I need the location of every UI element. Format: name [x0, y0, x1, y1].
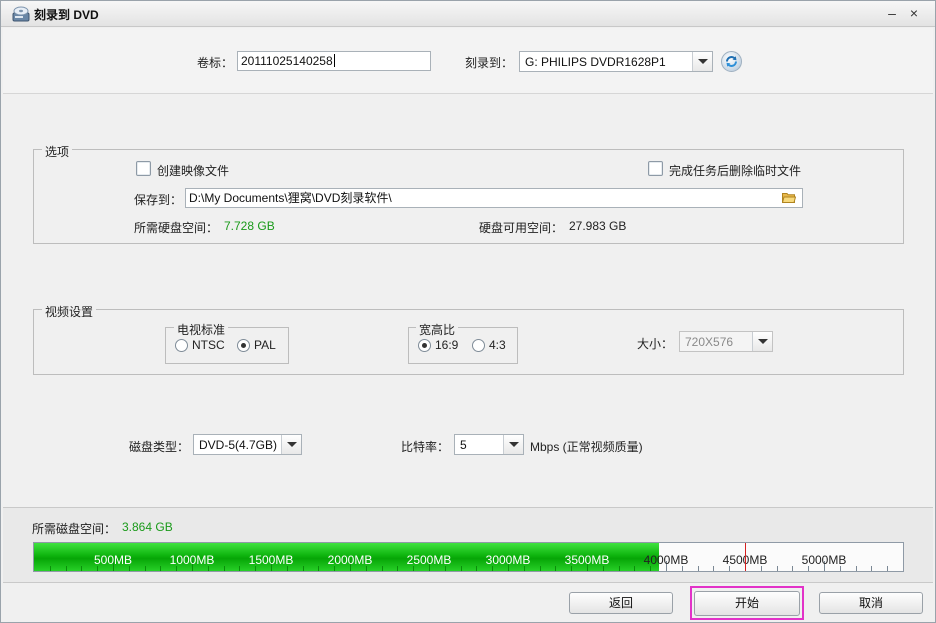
options-group-title: 选项	[42, 143, 73, 160]
meter-tick	[713, 566, 714, 571]
aspect-4-3-radio[interactable]	[472, 339, 485, 352]
save-path-input[interactable]: D:\My Documents\狸窝\DVD刻录软件\	[185, 188, 803, 208]
cancel-button[interactable]: 取消	[819, 592, 923, 614]
meter-tick	[224, 566, 225, 571]
meter-tick	[619, 566, 620, 571]
meter-tick	[66, 566, 67, 571]
meter-tick	[792, 566, 793, 571]
required-space-label: 所需磁盘空间：	[32, 522, 117, 536]
meter-tick	[887, 566, 888, 571]
meter-tick-label: 3000MB	[485, 553, 531, 567]
save-to-label: 保存到：	[134, 193, 183, 207]
capacity-marker	[745, 543, 746, 571]
size-select-value: 720X576	[685, 335, 734, 349]
burner-select-value: G: PHILIPS DVDR1628P1	[525, 55, 666, 69]
disc-type-label: 磁盘类型：	[129, 440, 190, 454]
meter-tick	[856, 566, 857, 571]
meter-tick	[777, 566, 778, 571]
aspect-ratio-title: 宽高比	[416, 321, 459, 338]
size-select[interactable]: 720X576	[679, 331, 773, 352]
main-panel: 选项 创建映像文件 完成任务后删除临时文件 保存到： D:\My Documen…	[3, 95, 933, 507]
meter-tick-label: 500MB	[93, 553, 133, 567]
meter-tick-label: 1000MB	[169, 553, 215, 567]
meter-tick	[555, 566, 556, 571]
dvd-burner-icon	[12, 6, 30, 22]
bitrate-label: 比特率：	[401, 440, 450, 454]
window-title: 刻录到 DVD	[34, 8, 99, 22]
start-button[interactable]: 开始	[694, 591, 800, 616]
close-button[interactable]: ×	[906, 5, 922, 21]
available-disk-value: 27.983 GB	[569, 219, 627, 233]
tv-standard-title: 电视标准	[174, 321, 229, 338]
required-disk-label: 所需硬盘空间：	[134, 221, 219, 235]
meter-tick	[160, 566, 161, 571]
meter-tick	[50, 566, 51, 571]
chevron-down-icon[interactable]	[752, 332, 772, 351]
aspect-4-3-label: 4:3	[489, 338, 506, 352]
bitrate-unit: Mbps (正常视频质量)	[530, 440, 643, 454]
button-bar: 返回 开始 取消	[3, 582, 933, 622]
meter-tick-label: 1500MB	[248, 553, 294, 567]
chevron-down-icon[interactable]	[281, 435, 301, 454]
minimize-button[interactable]: –	[884, 5, 900, 21]
disk-usage-meter: 500MB 1000MB 1500MB 2000MB 2500MB 3000MB 3500M…	[33, 542, 904, 572]
meter-tick-label: 5000MB	[801, 553, 847, 567]
meter-tick	[382, 566, 383, 571]
volume-input[interactable]: 20111025140258	[237, 51, 431, 71]
delete-temp-checkbox[interactable]	[648, 161, 663, 176]
delete-temp-label: 完成任务后删除临时文件	[669, 164, 802, 178]
volume-label: 卷标：	[197, 56, 234, 70]
chevron-down-icon[interactable]	[503, 435, 523, 454]
size-label: 大小：	[637, 337, 674, 351]
meter-tick	[318, 566, 319, 571]
burner-select[interactable]: G: PHILIPS DVDR1628P1	[519, 51, 713, 72]
ntsc-radio[interactable]	[175, 339, 188, 352]
volume-input-value: 20111025140258	[241, 54, 333, 68]
ntsc-label: NTSC	[192, 338, 225, 352]
refresh-button[interactable]	[721, 51, 742, 72]
refresh-icon	[726, 56, 737, 67]
disc-type-select[interactable]: DVD-5(4.7GB)	[193, 434, 302, 455]
folder-open-icon[interactable]	[782, 192, 796, 203]
meter-tick-label: 4000MB	[643, 553, 689, 567]
create-image-label: 创建映像文件	[157, 164, 230, 178]
meter-tick	[81, 566, 82, 571]
aspect-16-9-label: 16:9	[435, 338, 459, 352]
meter-tick	[239, 566, 240, 571]
chevron-down-icon[interactable]	[692, 52, 712, 71]
save-path-value: D:\My Documents\狸窝\DVD刻录软件\	[189, 191, 392, 205]
burn-dvd-window: 刻录到 DVD – × 卷标： 20111025140258 刻录到： G: P…	[0, 0, 936, 623]
disk-usage-panel: 所需磁盘空间： 3.864 GB 500MB 1000MB 1500MB 2000MB…	[3, 507, 933, 582]
required-disk-value: 7.728 GB	[224, 219, 275, 233]
bitrate-value: 5	[460, 438, 467, 452]
available-disk-label: 硬盘可用空间：	[479, 221, 564, 235]
pal-radio[interactable]	[237, 339, 250, 352]
text-caret	[333, 54, 335, 67]
meter-tick	[145, 566, 146, 571]
bitrate-select[interactable]: 5	[454, 434, 524, 455]
meter-tick-label: 2500MB	[406, 553, 452, 567]
meter-tick	[540, 566, 541, 571]
meter-tick-label: 3500MB	[564, 553, 610, 567]
meter-tick	[871, 566, 872, 571]
required-space-value: 3.864 GB	[122, 520, 173, 534]
top-panel: 卷标： 20111025140258 刻录到： G: PHILIPS DVDR1…	[3, 28, 933, 94]
video-settings-title: 视频设置	[42, 303, 97, 320]
meter-tick	[397, 566, 398, 571]
meter-tick	[461, 566, 462, 571]
aspect-16-9-radio[interactable]	[418, 339, 431, 352]
meter-tick	[634, 566, 635, 571]
create-image-checkbox[interactable]	[136, 161, 151, 176]
pal-label: PAL	[254, 338, 276, 352]
meter-tick	[303, 566, 304, 571]
back-button[interactable]: 返回	[569, 592, 673, 614]
meter-tick-label: 2000MB	[327, 553, 373, 567]
title-bar: 刻录到 DVD – ×	[1, 1, 935, 27]
disc-type-value: DVD-5(4.7GB)	[199, 438, 278, 452]
burn-to-label: 刻录到：	[465, 56, 514, 70]
meter-tick	[698, 566, 699, 571]
meter-tick	[476, 566, 477, 571]
